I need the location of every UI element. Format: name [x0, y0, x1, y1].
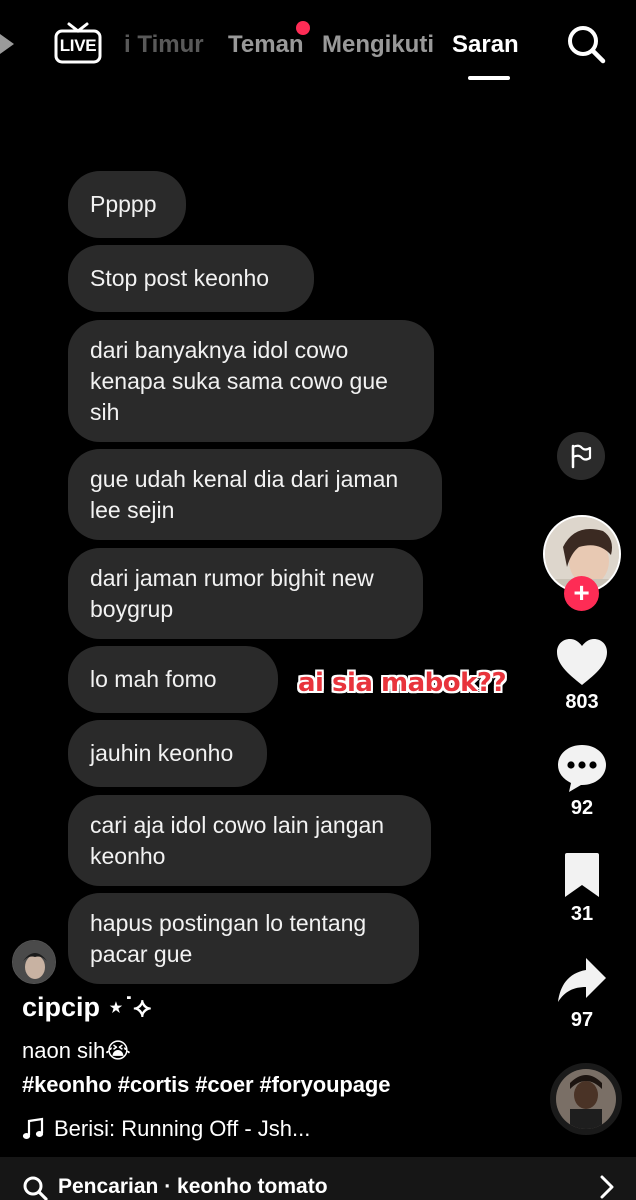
username[interactable]: cipcip ⋆˙⟡	[22, 992, 151, 1024]
overlay-caption: ai sia mabok??	[298, 668, 507, 698]
chat-bubble: hapus postingan lo tentang pacar gue	[68, 893, 419, 984]
avatar-image	[13, 941, 55, 983]
play-icon[interactable]	[0, 32, 22, 56]
bookmark-icon	[565, 853, 599, 897]
chat-bubble: gue udah kenal dia dari jaman lee sejin	[68, 449, 442, 540]
chat-bubble: cari aja idol cowo lain jangan keonho	[68, 795, 431, 886]
heart-icon	[557, 639, 607, 685]
chat-bubble: dari jaman rumor bighit new boygrup	[68, 548, 423, 639]
report-button[interactable]	[557, 432, 605, 480]
comment-button[interactable]	[552, 740, 612, 796]
chat-bubble: dari banyaknya idol cowo kenapa suka sam…	[68, 320, 434, 442]
share-count: 97	[570, 1009, 594, 1031]
chevron-right-icon	[600, 1175, 614, 1199]
caption: naon sih😭	[22, 1038, 131, 1063]
live-button[interactable]: LIVE	[54, 22, 102, 66]
comment-icon	[558, 745, 606, 792]
follow-button[interactable]: +	[564, 576, 599, 611]
sound-title: Berisi: Running Off - Jsh...	[54, 1116, 311, 1141]
tab-teman[interactable]: Teman	[228, 31, 304, 59]
like-count: 803	[565, 691, 599, 713]
save-count: 31	[570, 903, 594, 925]
search-icon[interactable]	[566, 24, 606, 64]
search-icon	[23, 1176, 48, 1200]
live-label: LIVE	[59, 36, 97, 55]
notification-dot	[296, 21, 310, 35]
music-disc[interactable]	[550, 1063, 622, 1135]
share-arrow-icon	[558, 958, 606, 1002]
chat-bubble: Stop post keonho	[68, 245, 314, 312]
active-tab-indicator	[468, 76, 510, 80]
tab-saran[interactable]: Saran	[452, 31, 519, 59]
tab-timur[interactable]: i Timur	[124, 31, 204, 59]
music-note-icon	[22, 1117, 44, 1139]
sound-avatar	[556, 1069, 616, 1129]
like-button[interactable]	[552, 634, 612, 690]
chat-bubble: Ppppp	[68, 171, 186, 238]
related-search-bar[interactable]: Pencarian · keonho tomato	[0, 1157, 636, 1200]
comment-author-avatar	[12, 940, 56, 984]
chat-bubble: lo mah fomo	[68, 646, 278, 713]
sound-link[interactable]: Berisi: Running Off - Jsh...	[22, 1114, 310, 1144]
chat-bubble: jauhin keonho	[68, 720, 267, 787]
flag-icon	[571, 444, 592, 469]
related-search-text: Pencarian · keonho tomato	[58, 1175, 328, 1198]
save-button[interactable]	[552, 847, 612, 903]
hashtags[interactable]: #keonho #cortis #coer #foryoupage	[22, 1072, 390, 1098]
top-navigation: LIVE i Timur Teman Mengikuti Saran	[0, 0, 636, 92]
tab-mengikuti[interactable]: Mengikuti	[322, 31, 434, 59]
share-button[interactable]	[552, 952, 612, 1008]
comment-count: 92	[570, 797, 594, 819]
